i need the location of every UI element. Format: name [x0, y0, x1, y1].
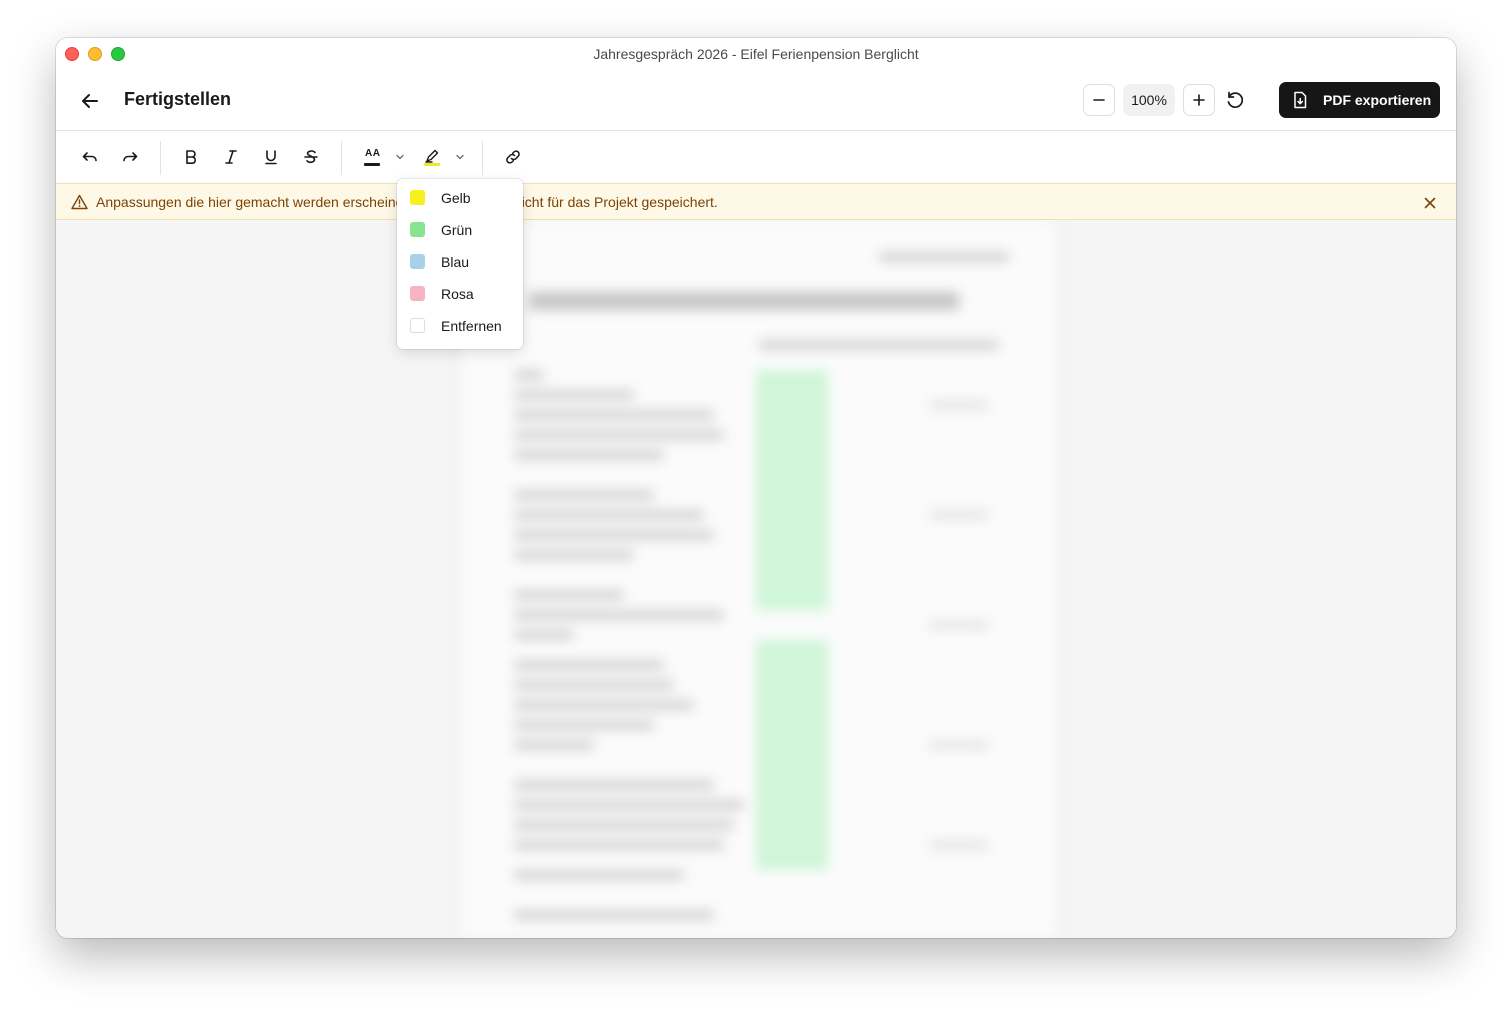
color-swatch — [410, 318, 425, 333]
highlight-option-blau[interactable]: Blau — [397, 246, 523, 278]
highlight-option-label: Rosa — [441, 286, 474, 302]
highlight-option-label: Blau — [441, 254, 470, 270]
italic-button[interactable] — [218, 144, 244, 170]
highlight-option-entfernen[interactable]: Entfernen — [397, 310, 523, 342]
highlight-button[interactable] — [419, 144, 445, 170]
strikethrough-icon — [304, 150, 318, 164]
chevron-down-icon — [396, 154, 404, 160]
rotate-ccw-icon — [1227, 91, 1244, 108]
window-title: Jahresgespräch 2026 - Eifel Ferienpensio… — [593, 46, 919, 62]
document-page — [459, 220, 1057, 938]
zoom-out-button[interactable] — [1083, 84, 1115, 116]
redo-icon — [123, 152, 138, 162]
text-size-dropdown-toggle[interactable] — [393, 147, 407, 167]
bold-button[interactable] — [178, 144, 204, 170]
title-bar: Jahresgespräch 2026 - Eifel Ferienpensio… — [56, 38, 1456, 70]
color-swatch — [410, 222, 425, 237]
zoom-level: 100% — [1123, 84, 1175, 116]
color-swatch — [410, 190, 425, 205]
text-color-bar — [364, 163, 380, 166]
toolbar-divider — [341, 141, 342, 175]
highlight-color-menu: Gelb Grün Blau Rosa Entfernen — [397, 179, 523, 349]
color-swatch — [410, 286, 425, 301]
warning-icon — [71, 194, 88, 215]
color-swatch — [410, 254, 425, 269]
bold-icon — [186, 150, 196, 164]
highlight-color-bar — [424, 163, 440, 166]
chevron-down-icon — [456, 154, 464, 160]
app-window: Jahresgespräch 2026 - Eifel Ferienpensio… — [56, 38, 1456, 938]
highlight-option-rosa[interactable]: Rosa — [397, 278, 523, 310]
back-button[interactable] — [76, 87, 104, 115]
arrow-left-icon — [82, 94, 98, 108]
highlight-option-label: Entfernen — [441, 318, 502, 334]
italic-icon — [225, 150, 237, 164]
reset-zoom-button[interactable] — [1223, 88, 1247, 112]
redo-button[interactable] — [117, 144, 143, 170]
plus-icon — [1193, 94, 1205, 106]
export-pdf-button[interactable]: PDF exportieren — [1279, 82, 1440, 118]
export-pdf-label: PDF exportieren — [1323, 92, 1432, 108]
undo-button[interactable] — [77, 144, 103, 170]
highlight-option-label: Grün — [441, 222, 473, 238]
page-header: Fertigstellen 100% PDF exportieren — [56, 70, 1456, 131]
zoom-in-button[interactable] — [1183, 84, 1215, 116]
close-icon — [1424, 197, 1436, 209]
file-download-icon — [1292, 91, 1308, 114]
highlight-option-gelb[interactable]: Gelb — [397, 182, 523, 214]
link-button[interactable] — [500, 144, 526, 170]
link-icon — [506, 150, 520, 164]
close-banner-button[interactable] — [1420, 193, 1440, 213]
minus-icon — [1093, 99, 1105, 101]
page-title: Fertigstellen — [124, 89, 232, 109]
underline-button[interactable] — [258, 144, 284, 170]
info-banner: Anpassungen die hier gemacht werden ersc… — [56, 183, 1456, 220]
toolbar-divider — [482, 141, 483, 175]
highlight-option-label: Gelb — [441, 190, 471, 206]
toolbar-divider — [160, 141, 161, 175]
document-preview-area — [56, 220, 1456, 938]
highlight-dropdown-toggle[interactable] — [453, 147, 467, 167]
highlight-option-gruen[interactable]: Grün — [397, 214, 523, 246]
formatting-toolbar: AA — [56, 131, 1456, 183]
undo-icon — [82, 152, 97, 162]
underline-icon — [265, 150, 277, 165]
strikethrough-button[interactable] — [298, 144, 324, 170]
text-size-icon: AA — [365, 148, 381, 159]
text-size-button[interactable]: AA — [359, 144, 385, 170]
